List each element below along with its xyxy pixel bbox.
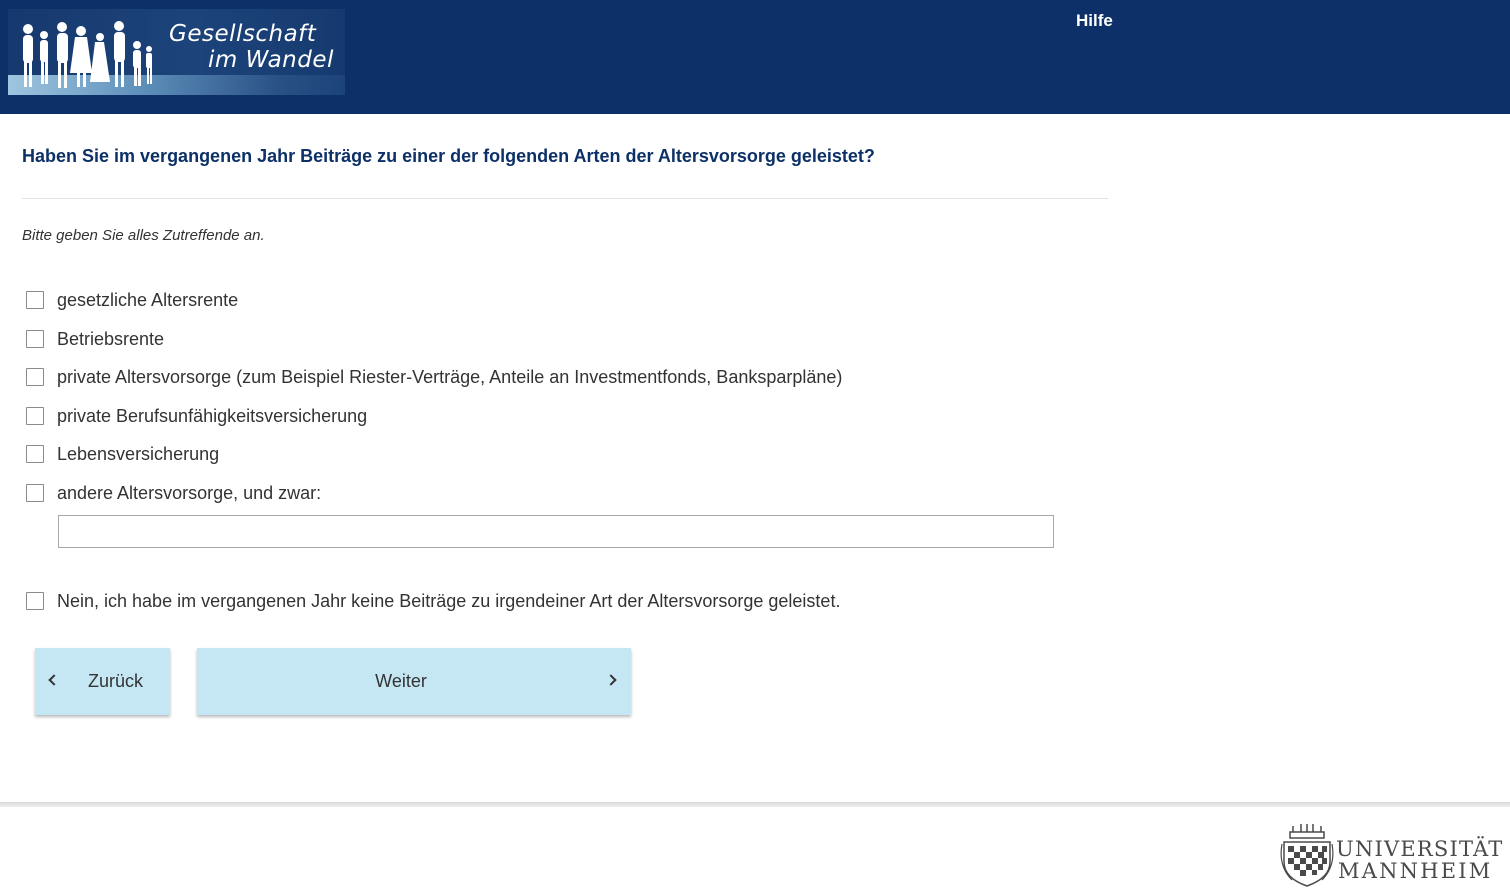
university-name-line1: UNIVERSITÄT: [1336, 837, 1504, 861]
option-label: private Berufsunfähigkeitsversicherung: [57, 405, 368, 426]
other-specify-input[interactable]: [58, 515, 1054, 548]
option-label: Betriebsrente: [57, 328, 165, 349]
option-label: andere Altersvorsorge, und zwar:: [57, 482, 322, 503]
option-gesetzliche-altersrente[interactable]: gesetzliche Altersrente: [26, 288, 238, 312]
instruction-text: Bitte geben Sie alles Zutreffende an.: [22, 227, 265, 244]
people-silhouette-icon: [23, 21, 152, 88]
help-link[interactable]: Hilfe: [1076, 11, 1113, 31]
option-betriebsrente[interactable]: Betriebsrente: [26, 327, 164, 351]
checkbox[interactable]: [26, 484, 44, 502]
university-logo[interactable]: UNIVERSITÄT MANNHEIM: [1278, 824, 1506, 888]
divider: [22, 198, 1108, 199]
next-button-label: Weiter: [375, 671, 427, 691]
option-berufsunfaehigkeit[interactable]: private Berufsunfähigkeitsversicherung: [26, 404, 367, 428]
university-crest-icon: [1280, 824, 1334, 887]
logo-text-line2: im Wandel: [208, 47, 334, 73]
checkbox[interactable]: [26, 291, 44, 309]
back-button[interactable]: Zurück: [35, 648, 170, 715]
option-lebensversicherung[interactable]: Lebensversicherung: [26, 442, 219, 466]
chevron-right-icon: [605, 674, 617, 686]
checkbox[interactable]: [26, 592, 44, 610]
logo-text-line1: Gesellschaft: [169, 21, 317, 47]
checkbox[interactable]: [26, 445, 44, 463]
question-title: Haben Sie im vergangenen Jahr Beiträge z…: [22, 146, 875, 166]
university-name: UNIVERSITÄT MANNHEIM: [1336, 838, 1503, 882]
footer-divider: [0, 802, 1510, 807]
chevron-left-icon: [48, 674, 60, 686]
option-label: private Altersvorsorge (zum Beispiel Rie…: [57, 366, 843, 387]
site-logo[interactable]: Gesellschaft im Wandel: [8, 9, 345, 95]
option-label: Lebensversicherung: [57, 443, 220, 464]
option-label: gesetzliche Altersrente: [57, 289, 239, 310]
option-keine-beitraege[interactable]: Nein, ich habe im vergangenen Jahr keine…: [26, 589, 840, 613]
site-header: Gesellschaft im Wandel Hilfe: [0, 0, 1510, 114]
university-name-line2: MANNHEIM: [1338, 859, 1493, 883]
checkbox[interactable]: [26, 368, 44, 386]
next-button[interactable]: Weiter: [197, 648, 631, 715]
back-button-label: Zurück: [88, 671, 144, 691]
logo-text: Gesellschaft im Wandel: [158, 21, 338, 73]
option-private-altersvorsorge[interactable]: private Altersvorsorge (zum Beispiel Rie…: [26, 365, 842, 389]
option-label: Nein, ich habe im vergangenen Jahr keine…: [57, 590, 841, 611]
checkbox[interactable]: [26, 330, 44, 348]
option-andere-altersvorsorge[interactable]: andere Altersvorsorge, und zwar:: [26, 481, 321, 505]
checkbox[interactable]: [26, 407, 44, 425]
